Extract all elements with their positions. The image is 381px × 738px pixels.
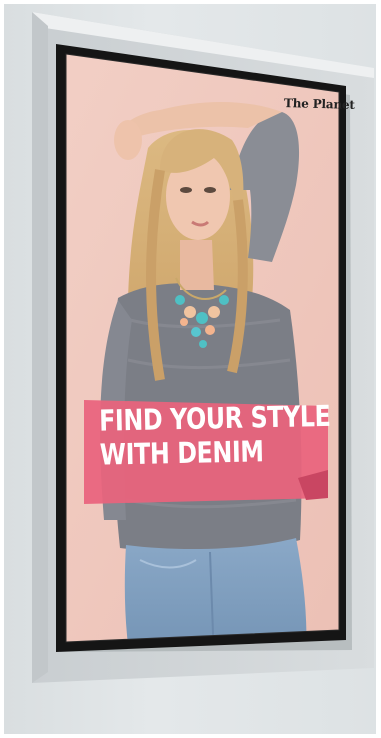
neck [180, 240, 214, 290]
brand-logo: The Planet [283, 96, 355, 112]
right-eye [204, 187, 216, 193]
left-eye [180, 187, 192, 193]
poster-image [66, 54, 339, 642]
hand [114, 120, 142, 160]
display-scene: The Planet FIND YOUR STYLE WITH DENIM [0, 0, 381, 738]
headline-line-1: FIND YOUR STYLE [98, 398, 331, 438]
niche-left-edge [32, 12, 48, 683]
headline: FIND YOUR STYLE WITH DENIM [84, 398, 331, 472]
headline-line-2: WITH DENIM [99, 434, 264, 472]
